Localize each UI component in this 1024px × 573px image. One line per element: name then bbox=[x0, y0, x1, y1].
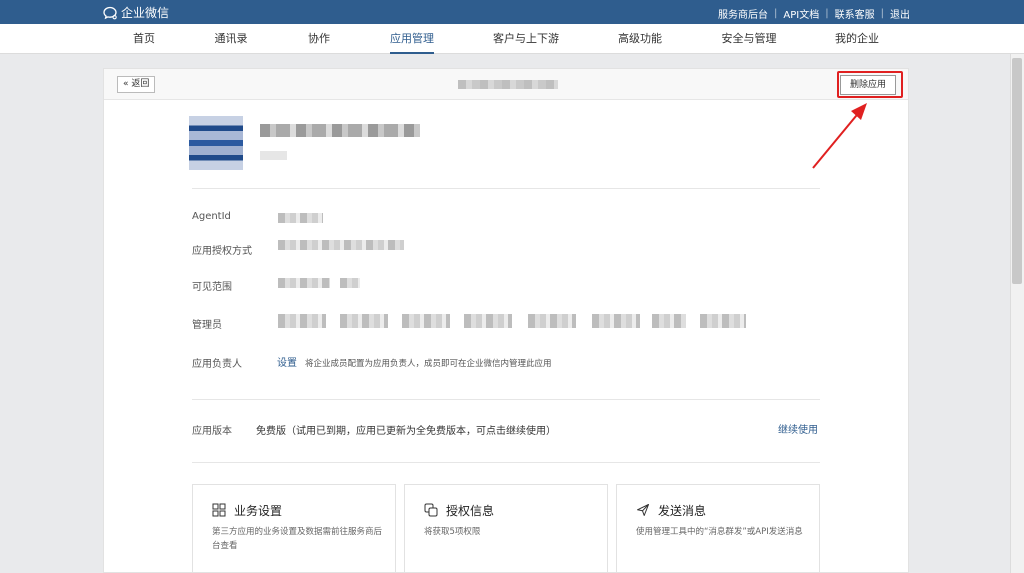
brand-logo[interactable]: 企业微信 bbox=[102, 4, 169, 21]
owner-label: 应用负责人 bbox=[192, 359, 242, 370]
tab-home[interactable]: 首页 bbox=[133, 24, 155, 54]
separator: | bbox=[825, 8, 829, 19]
tab-advanced[interactable]: 高级功能 bbox=[618, 24, 662, 54]
admin-value-redacted bbox=[700, 314, 746, 328]
api-docs-link[interactable]: API文档 bbox=[783, 6, 819, 21]
continue-use-link[interactable]: 继续使用 bbox=[778, 421, 818, 436]
admin-value-redacted bbox=[464, 314, 512, 328]
top-bar: 企业微信 服务商后台 | API文档 | 联系客服 | 退出 bbox=[0, 0, 1024, 24]
feature-description: 使用管理工具中的“消息群发”或API发送消息 bbox=[636, 527, 803, 537]
tab-contacts[interactable]: 通讯录 bbox=[215, 24, 248, 54]
feature-title: 授权信息 bbox=[446, 504, 495, 518]
contact-support-link[interactable]: 联系客服 bbox=[835, 6, 875, 21]
separator: | bbox=[880, 8, 884, 19]
app-title-redacted bbox=[458, 80, 558, 89]
agentid-value-redacted bbox=[278, 213, 323, 223]
visible-scope-value-redacted bbox=[340, 278, 360, 288]
auth-info-card[interactable]: 授权信息 将获取5项权限 bbox=[404, 484, 608, 573]
feature-description: 将获取5项权限 bbox=[424, 527, 481, 537]
copy-icon bbox=[424, 503, 438, 517]
feature-description: 第三方应用的业务设置及数据需前往服务商后台查看 bbox=[212, 527, 383, 551]
feature-title: 发送消息 bbox=[658, 504, 707, 518]
version-value: 免费版（试用已到期，应用已更新为全免费版本，可点击继续使用） bbox=[256, 426, 556, 437]
tab-collaboration[interactable]: 协作 bbox=[308, 24, 330, 54]
divider bbox=[192, 188, 820, 189]
auth-method-value-redacted bbox=[278, 240, 404, 250]
admin-value-redacted bbox=[652, 314, 686, 328]
app-name-redacted bbox=[260, 124, 420, 137]
auth-method-label: 应用授权方式 bbox=[192, 246, 252, 257]
owner-set-link[interactable]: 设置 bbox=[277, 354, 297, 369]
chat-bubble-icon bbox=[103, 6, 117, 19]
send-icon bbox=[637, 504, 649, 516]
grid-icon bbox=[212, 503, 226, 517]
feature-title: 业务设置 bbox=[234, 504, 283, 518]
back-label: 返回 bbox=[131, 79, 150, 89]
business-settings-card[interactable]: 业务设置 第三方应用的业务设置及数据需前往服务商后台查看 bbox=[192, 484, 396, 573]
admin-value-redacted bbox=[278, 314, 326, 328]
admin-label: 管理员 bbox=[192, 320, 222, 331]
scrollbar-thumb[interactable] bbox=[1012, 58, 1022, 284]
agentid-label: AgentId bbox=[192, 211, 231, 222]
divider bbox=[192, 462, 820, 463]
admin-value-redacted bbox=[528, 314, 576, 328]
send-message-card[interactable]: 发送消息 使用管理工具中的“消息群发”或API发送消息 bbox=[616, 484, 820, 573]
brand-name: 企业微信 bbox=[121, 6, 170, 20]
app-subtitle-redacted bbox=[260, 151, 287, 160]
tab-customers[interactable]: 客户与上下游 bbox=[493, 24, 559, 54]
tab-my-enterprise[interactable]: 我的企业 bbox=[835, 24, 879, 54]
app-icon bbox=[189, 116, 243, 170]
admin-value-redacted bbox=[340, 314, 388, 328]
logout-link[interactable]: 退出 bbox=[890, 6, 910, 21]
separator: | bbox=[774, 8, 778, 19]
tab-security[interactable]: 安全与管理 bbox=[722, 24, 777, 54]
card-header: « 返回 删除应用 bbox=[104, 69, 908, 100]
visible-scope-label: 可见范围 bbox=[192, 282, 232, 293]
admin-value-redacted bbox=[592, 314, 640, 328]
version-label: 应用版本 bbox=[192, 426, 232, 437]
visible-scope-value-redacted bbox=[278, 278, 330, 288]
vendor-backend-link[interactable]: 服务商后台 bbox=[718, 6, 768, 21]
highlight-box bbox=[837, 71, 903, 98]
owner-description: 将企业成员配置为应用负责人，成员即可在企业微信内管理此应用 bbox=[305, 359, 552, 369]
top-links: 服务商后台 | API文档 | 联系客服 | 退出 bbox=[718, 6, 910, 21]
tab-app-management[interactable]: 应用管理 bbox=[390, 24, 434, 54]
admin-value-redacted bbox=[402, 314, 450, 328]
divider bbox=[192, 399, 820, 400]
double-chevron-left-icon: « bbox=[123, 79, 129, 89]
main-nav: 首页 通讯录 协作 应用管理 客户与上下游 高级功能 安全与管理 我的企业 bbox=[0, 24, 1024, 54]
back-button[interactable]: « 返回 bbox=[117, 76, 156, 93]
